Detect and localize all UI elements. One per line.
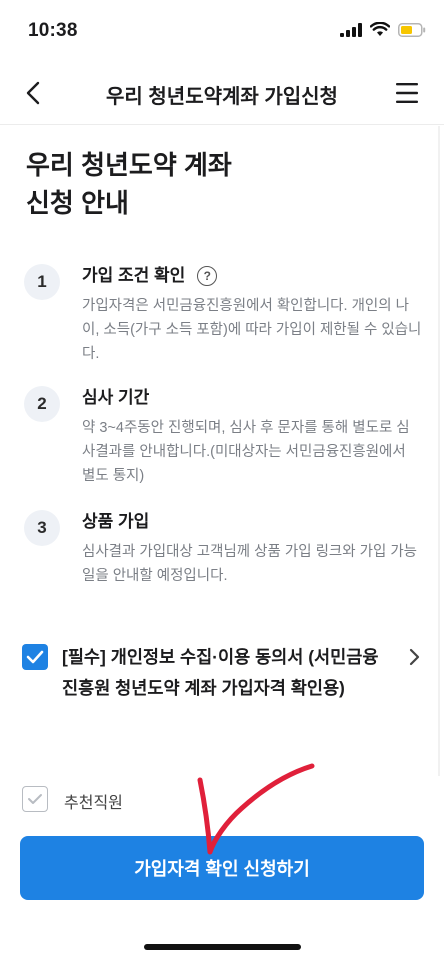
apply-eligibility-button[interactable]: 가입자격 확인 신청하기 (20, 836, 424, 900)
step-title: 상품 가입 (82, 512, 150, 531)
home-indicator (144, 944, 301, 950)
cellular-icon (340, 22, 362, 37)
step-description: 가입자격은 서민금융진흥원에서 확인합니다. 개인의 나이, 소득(가구 소득 … (82, 298, 422, 362)
step-title: 가입 조건 확인? (82, 264, 218, 288)
recommend-checkbox[interactable] (22, 786, 48, 812)
recommend-label: 추천직원 (64, 795, 123, 812)
nav-title: 우리 청년도약계좌 가입신청 (106, 86, 338, 108)
step-number-badge: 3 (24, 510, 60, 546)
step-description: 심사결과 가입대상 고객님께 상품 가입 링크와 가입 가능일을 안내할 예정입… (82, 544, 418, 584)
scrollbar[interactable] (438, 126, 440, 776)
battery-icon (398, 22, 426, 37)
status-time: 10:38 (28, 20, 78, 41)
recommend-staff-row[interactable]: 추천직원 (22, 786, 172, 816)
step-number-badge: 2 (24, 386, 60, 422)
page-title-line2: 신청 안내 (26, 188, 129, 218)
consent-checkbox[interactable] (22, 644, 48, 670)
status-icons (340, 22, 426, 37)
status-bar: 10:38 (0, 0, 444, 64)
consent-label: [필수] 개인정보 수집·이용 동의서 (서민금융진흥원 청년도약 계좌 가입자… (62, 647, 379, 698)
nav-bar: 우리 청년도약계좌 가입신청 (0, 64, 444, 125)
checkmark-icon (28, 794, 42, 804)
step-number-badge: 1 (24, 264, 60, 300)
wifi-icon (370, 22, 390, 36)
page-title: 우리 청년도약 계좌 신청 안내 (26, 146, 232, 222)
step-title: 심사 기간 (82, 388, 150, 407)
step-description: 약 3~4주동안 진행되며, 심사 후 문자를 통해 별도로 심사결과를 안내합… (82, 420, 410, 484)
help-icon[interactable]: ? (197, 266, 218, 286)
step-title-text: 가입 조건 확인 (82, 266, 186, 285)
page-title-line1: 우리 청년도약 계좌 (26, 150, 232, 180)
consent-row[interactable]: [필수] 개인정보 수집·이용 동의서 (서민금융진흥원 청년도약 계좌 가입자… (22, 642, 422, 734)
chevron-right-icon[interactable] (406, 648, 422, 666)
menu-icon[interactable] (396, 82, 422, 104)
checkmark-icon (26, 650, 44, 664)
